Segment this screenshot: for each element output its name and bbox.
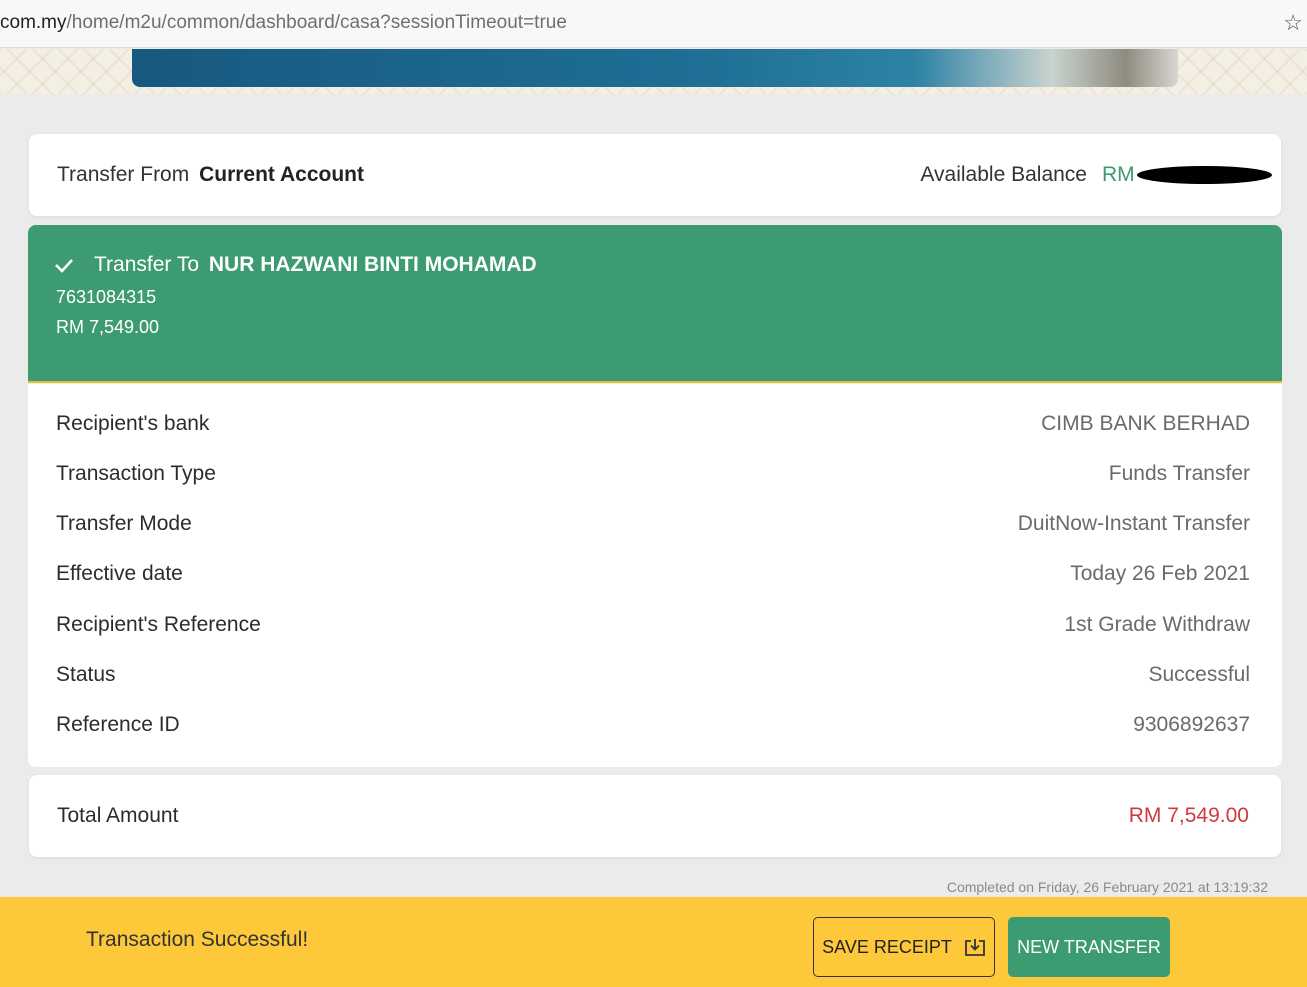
detail-row: Transfer Mode DuitNow-Instant Transfer <box>28 512 1282 542</box>
detail-value: Funds Transfer <box>1108 462 1250 485</box>
detail-value: Today 26 Feb 2021 <box>1070 562 1250 585</box>
redaction-mark <box>1137 166 1272 184</box>
detail-label: Effective date <box>56 562 183 585</box>
detail-label: Transfer Mode <box>56 512 192 535</box>
transfer-from-text: Transfer From <box>57 163 190 186</box>
detail-row: Status Successful <box>28 663 1282 693</box>
promo-banner[interactable] <box>132 49 1178 87</box>
browser-address-bar[interactable]: com.my/home/m2u/common/dashboard/casa?se… <box>0 0 1307 48</box>
save-receipt-label: SAVE RECEIPT <box>822 936 952 957</box>
available-balance-value: RM <box>1102 163 1135 186</box>
total-amount-label: Total Amount <box>57 804 179 827</box>
from-account-name: Current Account <box>199 163 364 186</box>
detail-label: Reference ID <box>56 713 180 736</box>
detail-row: Effective date Today 26 Feb 2021 <box>28 562 1282 592</box>
detail-value: 9306892637 <box>1133 713 1250 736</box>
detail-value: DuitNow-Instant Transfer <box>1017 512 1250 535</box>
total-amount-card: Total Amount RM 7,549.00 <box>29 775 1281 857</box>
detail-value: CIMB BANK BERHAD <box>1041 412 1250 435</box>
transfer-from-card: Transfer From Current Account Available … <box>29 134 1281 216</box>
detail-value: Successful <box>1148 663 1250 686</box>
recipient-name: NUR HAZWANI BINTI MOHAMAD <box>208 253 537 276</box>
detail-label: Transaction Type <box>56 462 216 485</box>
detail-value: 1st Grade Withdraw <box>1064 613 1250 636</box>
transfer-to-title: Transfer To NUR HAZWANI BINTI MOHAMAD <box>94 253 537 277</box>
completed-timestamp: Completed on Friday, 26 February 2021 at… <box>946 879 1268 895</box>
transfer-from-label: Transfer From Current Account <box>57 163 364 187</box>
success-footer: Transaction Successful! SAVE RECEIPT NEW… <box>0 897 1307 987</box>
success-message: Transaction Successful! <box>86 928 309 951</box>
transfer-to-panel: Transfer To NUR HAZWANI BINTI MOHAMAD 76… <box>28 225 1282 383</box>
new-transfer-button[interactable]: NEW TRANSFER <box>1008 917 1170 977</box>
transfer-to-label: Transfer To <box>94 253 200 276</box>
check-icon <box>55 259 73 273</box>
detail-label: Recipient's bank <box>56 412 210 435</box>
star-icon[interactable]: ☆ <box>1283 10 1303 36</box>
transaction-details: Recipient's bank CIMB BANK BERHAD Transac… <box>28 384 1282 767</box>
url-host: com.my <box>0 12 67 33</box>
download-icon <box>964 939 985 956</box>
total-amount-value: RM 7,549.00 <box>1128 804 1249 827</box>
recipient-account-number: 7631084315 <box>56 287 157 307</box>
url-path: /home/m2u/common/dashboard/casa?sessionT… <box>66 12 567 33</box>
detail-row: Recipient's Reference 1st Grade Withdraw <box>28 613 1282 643</box>
detail-label: Recipient's Reference <box>56 613 261 636</box>
detail-row: Reference ID 9306892637 <box>28 713 1282 743</box>
detail-label: Status <box>56 663 116 686</box>
save-receipt-button[interactable]: SAVE RECEIPT <box>813 917 995 977</box>
detail-row: Transaction Type Funds Transfer <box>28 462 1282 492</box>
detail-row: Recipient's bank CIMB BANK BERHAD <box>28 412 1282 442</box>
url-text[interactable]: com.my/home/m2u/common/dashboard/casa?se… <box>0 12 567 34</box>
available-balance-label: Available Balance <box>920 163 1087 186</box>
transfer-amount: RM 7,549.00 <box>56 317 160 337</box>
